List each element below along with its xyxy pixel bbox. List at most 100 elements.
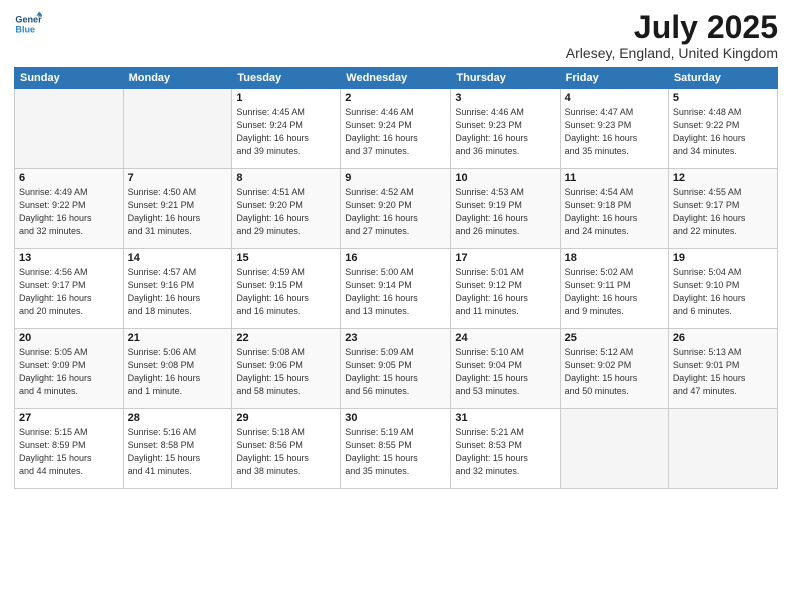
day-info: Sunrise: 4:47 AM Sunset: 9:23 PM Dayligh… [565, 106, 664, 158]
table-row: 18Sunrise: 5:02 AM Sunset: 9:11 PM Dayli… [560, 249, 668, 329]
day-info: Sunrise: 5:12 AM Sunset: 9:02 PM Dayligh… [565, 346, 664, 398]
day-number: 8 [236, 172, 336, 184]
title-block: July 2025 Arlesey, England, United Kingd… [566, 10, 778, 61]
table-row: 22Sunrise: 5:08 AM Sunset: 9:06 PM Dayli… [232, 329, 341, 409]
calendar-week-row: 20 Sunrise: 5:05 AM Sunset: 9:09 PM Dayli… [15, 329, 778, 409]
day-info: Sunrise: 4:54 AM Sunset: 9:18 PM Dayligh… [565, 186, 664, 238]
table-row: 20 Sunrise: 5:05 AM Sunset: 9:09 PM Dayli… [15, 329, 124, 409]
day-info: Sunrise: 5:00 AM Sunset: 9:14 PM Dayligh… [345, 266, 446, 318]
day-info: Sunrise: 4:57 AM Sunset: 9:16 PM Dayligh… [128, 266, 228, 318]
logo: General Blue [14, 10, 44, 38]
day-number: 27 [19, 412, 119, 424]
table-row: 21 Sunrise: 5:06 AM Sunset: 9:08 PM Dayli… [123, 329, 232, 409]
day-info: Sunrise: 5:19 AM Sunset: 8:55 PM Dayligh… [345, 426, 446, 478]
table-row: 12 Sunrise: 4:55 AM Sunset: 9:17 PM Dayli… [668, 169, 777, 249]
table-row: 31 Sunrise: 5:21 AM Sunset: 8:53 PM Dayli… [451, 409, 560, 489]
day-number: 29 [236, 412, 336, 424]
day-info: Sunrise: 5:09 AM Sunset: 9:05 PM Dayligh… [345, 346, 446, 398]
table-row: 25 Sunrise: 5:12 AM Sunset: 9:02 PM Dayli… [560, 329, 668, 409]
table-row: 30Sunrise: 5:19 AM Sunset: 8:55 PM Dayli… [341, 409, 451, 489]
day-info: Sunrise: 5:18 AM Sunset: 8:56 PM Dayligh… [236, 426, 336, 478]
calendar-header-row: Sunday Monday Tuesday Wednesday Thursday… [15, 68, 778, 89]
day-number: 24 [455, 332, 555, 344]
day-info: Sunrise: 4:49 AM Sunset: 9:22 PM Dayligh… [19, 186, 119, 238]
svg-text:General: General [15, 15, 42, 25]
table-row: 15Sunrise: 4:59 AM Sunset: 9:15 PM Dayli… [232, 249, 341, 329]
day-number: 2 [345, 92, 446, 104]
table-row: 1 Sunrise: 4:45 AM Sunset: 9:24 PM Daylig… [232, 89, 341, 169]
day-number: 12 [673, 172, 773, 184]
header: General Blue July 2025 Arlesey, England,… [14, 10, 778, 61]
day-number: 19 [673, 252, 773, 264]
day-number: 25 [565, 332, 664, 344]
day-number: 13 [19, 252, 119, 264]
table-row: 4 Sunrise: 4:47 AM Sunset: 9:23 PM Daylig… [560, 89, 668, 169]
table-row [560, 409, 668, 489]
day-info: Sunrise: 5:10 AM Sunset: 9:04 PM Dayligh… [455, 346, 555, 398]
day-info: Sunrise: 4:46 AM Sunset: 9:23 PM Dayligh… [455, 106, 555, 158]
day-info: Sunrise: 5:08 AM Sunset: 9:06 PM Dayligh… [236, 346, 336, 398]
header-saturday: Saturday [668, 68, 777, 89]
day-info: Sunrise: 4:48 AM Sunset: 9:22 PM Dayligh… [673, 106, 773, 158]
day-number: 23 [345, 332, 446, 344]
table-row: 11 Sunrise: 4:54 AM Sunset: 9:18 PM Dayli… [560, 169, 668, 249]
day-info: Sunrise: 5:05 AM Sunset: 9:09 PM Dayligh… [19, 346, 119, 398]
calendar-week-row: 27 Sunrise: 5:15 AM Sunset: 8:59 PM Dayli… [15, 409, 778, 489]
day-number: 17 [455, 252, 555, 264]
day-info: Sunrise: 5:16 AM Sunset: 8:58 PM Dayligh… [128, 426, 228, 478]
day-info: Sunrise: 4:55 AM Sunset: 9:17 PM Dayligh… [673, 186, 773, 238]
svg-text:Blue: Blue [15, 24, 35, 34]
table-row [123, 89, 232, 169]
day-number: 5 [673, 92, 773, 104]
table-row: 19 Sunrise: 5:04 AM Sunset: 9:10 PM Dayli… [668, 249, 777, 329]
header-wednesday: Wednesday [341, 68, 451, 89]
day-number: 21 [128, 332, 228, 344]
day-info: Sunrise: 4:59 AM Sunset: 9:15 PM Dayligh… [236, 266, 336, 318]
day-number: 4 [565, 92, 664, 104]
table-row: 2 Sunrise: 4:46 AM Sunset: 9:24 PM Daylig… [341, 89, 451, 169]
day-info: Sunrise: 4:56 AM Sunset: 9:17 PM Dayligh… [19, 266, 119, 318]
table-row: 7Sunrise: 4:50 AM Sunset: 9:21 PM Daylig… [123, 169, 232, 249]
table-row: 6 Sunrise: 4:49 AM Sunset: 9:22 PM Daylig… [15, 169, 124, 249]
table-row: 10Sunrise: 4:53 AM Sunset: 9:19 PM Dayli… [451, 169, 560, 249]
location: Arlesey, England, United Kingdom [566, 45, 778, 61]
day-number: 6 [19, 172, 119, 184]
table-row: 24 Sunrise: 5:10 AM Sunset: 9:04 PM Dayli… [451, 329, 560, 409]
day-info: Sunrise: 4:46 AM Sunset: 9:24 PM Dayligh… [345, 106, 446, 158]
table-row: 26Sunrise: 5:13 AM Sunset: 9:01 PM Dayli… [668, 329, 777, 409]
table-row: 16Sunrise: 5:00 AM Sunset: 9:14 PM Dayli… [341, 249, 451, 329]
day-info: Sunrise: 5:02 AM Sunset: 9:11 PM Dayligh… [565, 266, 664, 318]
day-info: Sunrise: 4:53 AM Sunset: 9:19 PM Dayligh… [455, 186, 555, 238]
calendar-week-row: 13 Sunrise: 4:56 AM Sunset: 9:17 PM Dayli… [15, 249, 778, 329]
table-row: 5 Sunrise: 4:48 AM Sunset: 9:22 PM Daylig… [668, 89, 777, 169]
table-row [15, 89, 124, 169]
day-number: 11 [565, 172, 664, 184]
page: General Blue July 2025 Arlesey, England,… [0, 0, 792, 612]
day-info: Sunrise: 5:15 AM Sunset: 8:59 PM Dayligh… [19, 426, 119, 478]
day-number: 1 [236, 92, 336, 104]
table-row: 27 Sunrise: 5:15 AM Sunset: 8:59 PM Dayli… [15, 409, 124, 489]
day-info: Sunrise: 5:06 AM Sunset: 9:08 PM Dayligh… [128, 346, 228, 398]
day-number: 20 [19, 332, 119, 344]
table-row: 23 Sunrise: 5:09 AM Sunset: 9:05 PM Dayli… [341, 329, 451, 409]
header-thursday: Thursday [451, 68, 560, 89]
day-info: Sunrise: 5:04 AM Sunset: 9:10 PM Dayligh… [673, 266, 773, 318]
day-number: 31 [455, 412, 555, 424]
table-row: 17 Sunrise: 5:01 AM Sunset: 9:12 PM Dayli… [451, 249, 560, 329]
table-row: 9Sunrise: 4:52 AM Sunset: 9:20 PM Daylig… [341, 169, 451, 249]
day-info: Sunrise: 5:21 AM Sunset: 8:53 PM Dayligh… [455, 426, 555, 478]
table-row: 14Sunrise: 4:57 AM Sunset: 9:16 PM Dayli… [123, 249, 232, 329]
logo-icon: General Blue [14, 10, 42, 38]
day-number: 26 [673, 332, 773, 344]
day-info: Sunrise: 4:45 AM Sunset: 9:24 PM Dayligh… [236, 106, 336, 158]
header-friday: Friday [560, 68, 668, 89]
day-info: Sunrise: 5:01 AM Sunset: 9:12 PM Dayligh… [455, 266, 555, 318]
day-info: Sunrise: 4:51 AM Sunset: 9:20 PM Dayligh… [236, 186, 336, 238]
table-row: 28 Sunrise: 5:16 AM Sunset: 8:58 PM Dayli… [123, 409, 232, 489]
table-row: 8 Sunrise: 4:51 AM Sunset: 9:20 PM Daylig… [232, 169, 341, 249]
table-row: 3Sunrise: 4:46 AM Sunset: 9:23 PM Daylig… [451, 89, 560, 169]
day-number: 28 [128, 412, 228, 424]
calendar-week-row: 1 Sunrise: 4:45 AM Sunset: 9:24 PM Daylig… [15, 89, 778, 169]
calendar-table: Sunday Monday Tuesday Wednesday Thursday… [14, 67, 778, 489]
table-row: 13 Sunrise: 4:56 AM Sunset: 9:17 PM Dayli… [15, 249, 124, 329]
